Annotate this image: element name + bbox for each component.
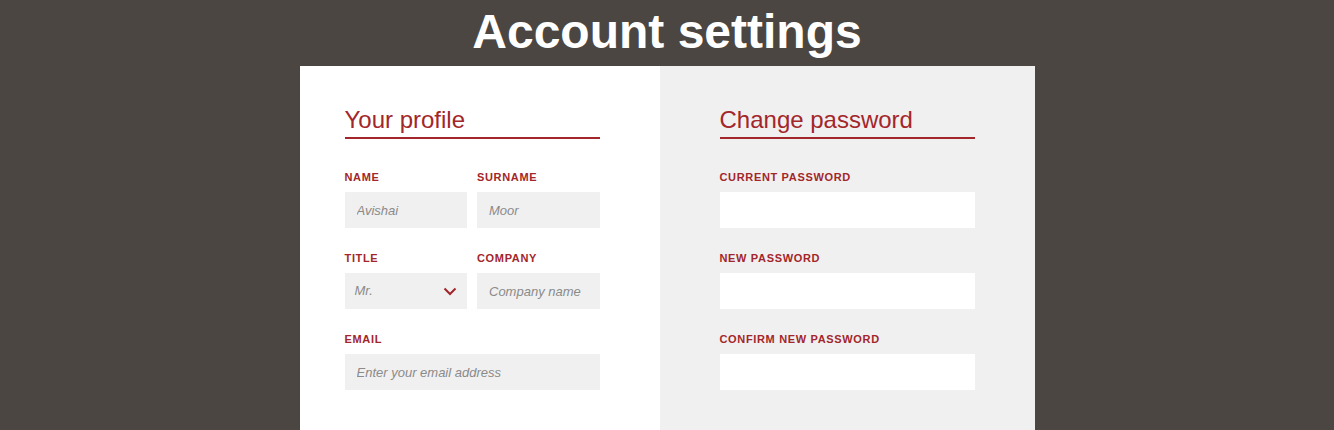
chevron-down-icon [443,287,457,296]
profile-field: COMPANY [477,251,600,309]
text-input[interactable] [477,192,600,228]
password-field: NEW PASSWORD [720,251,975,309]
field-label: CONFIRM NEW PASSWORD [720,332,975,346]
field-label: EMAIL [345,332,600,346]
password-input[interactable] [720,354,975,390]
profile-field: NAME [345,170,468,228]
profile-panel: Your profile NAME SURNAME TITLE Mr. COMPANY EM… [300,66,660,430]
field-row: NAME SURNAME [345,170,600,228]
account-settings-page: Account settings Your profile NAME SURNAME T… [0,0,1334,430]
text-input[interactable] [345,354,600,390]
section-heading: Your profile [345,105,600,139]
field-label: NAME [345,170,468,184]
title-select[interactable]: Mr. [345,273,468,309]
settings-card: Your profile NAME SURNAME TITLE Mr. COMPANY EM… [300,66,1035,430]
password-panel: Change password CURRENT PASSWORD NEW PASSW… [660,66,1035,430]
profile-field: TITLE Mr. [345,251,468,309]
field-row: TITLE Mr. COMPANY [345,251,600,309]
profile-field: EMAIL [345,332,600,390]
field-row: EMAIL [345,332,600,390]
field-label: COMPANY [477,251,600,265]
text-input[interactable] [345,192,468,228]
field-label: CURRENT PASSWORD [720,170,975,184]
field-label: NEW PASSWORD [720,251,975,265]
password-field: CONFIRM NEW PASSWORD [720,332,975,390]
section-heading: Change password [720,105,975,139]
password-field: CURRENT PASSWORD [720,170,975,228]
field-label: TITLE [345,251,468,265]
field-label: SURNAME [477,170,600,184]
password-input[interactable] [720,192,975,228]
password-input[interactable] [720,273,975,309]
select-value: Mr. [355,281,373,301]
page-title: Account settings [472,4,861,60]
profile-field: SURNAME [477,170,600,228]
text-input[interactable] [477,273,600,309]
